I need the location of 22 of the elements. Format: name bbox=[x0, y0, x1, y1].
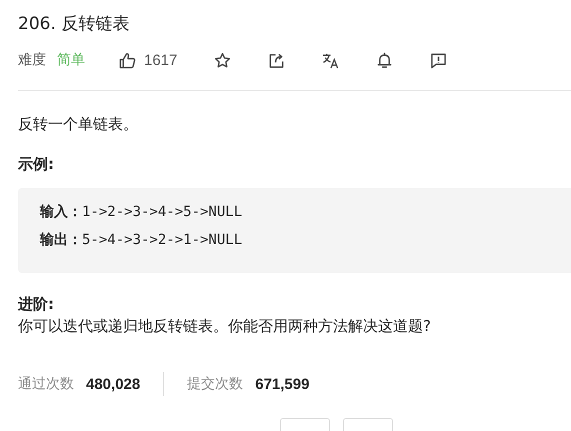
thumbs-up-icon[interactable] bbox=[119, 52, 136, 68]
advanced-text: 你可以迭代或递归地反转链表。你能否用两种方法解决这道题? bbox=[18, 316, 432, 337]
feedback-icon[interactable] bbox=[430, 52, 448, 68]
like-count: 1617 bbox=[144, 52, 178, 68]
example-value: 1->2->3->4->5->NULL bbox=[82, 204, 242, 220]
advanced-heading: 进阶: bbox=[18, 294, 55, 315]
stat-value: 480,028 bbox=[86, 376, 140, 392]
stat-label: 提交次数 bbox=[187, 375, 244, 393]
example-value: 5->4->3->2->1->NULL bbox=[82, 232, 242, 248]
difficulty-label: 难度 bbox=[18, 51, 46, 69]
example-heading: 示例: bbox=[18, 154, 55, 175]
stat-value: 671,599 bbox=[255, 376, 310, 392]
star-icon[interactable] bbox=[214, 52, 232, 68]
stat-label: 通过次数 bbox=[18, 375, 74, 393]
description-text: 反转一个单链表。 bbox=[18, 114, 139, 135]
example-label: 输入： bbox=[40, 203, 82, 221]
bell-icon[interactable] bbox=[376, 52, 394, 68]
difficulty-level: 简单 bbox=[57, 51, 85, 69]
example-label: 输出： bbox=[40, 231, 82, 249]
share-icon[interactable] bbox=[268, 52, 286, 68]
problem-title: 206. 反转链表 bbox=[18, 13, 130, 36]
translate-icon[interactable] bbox=[322, 52, 340, 68]
